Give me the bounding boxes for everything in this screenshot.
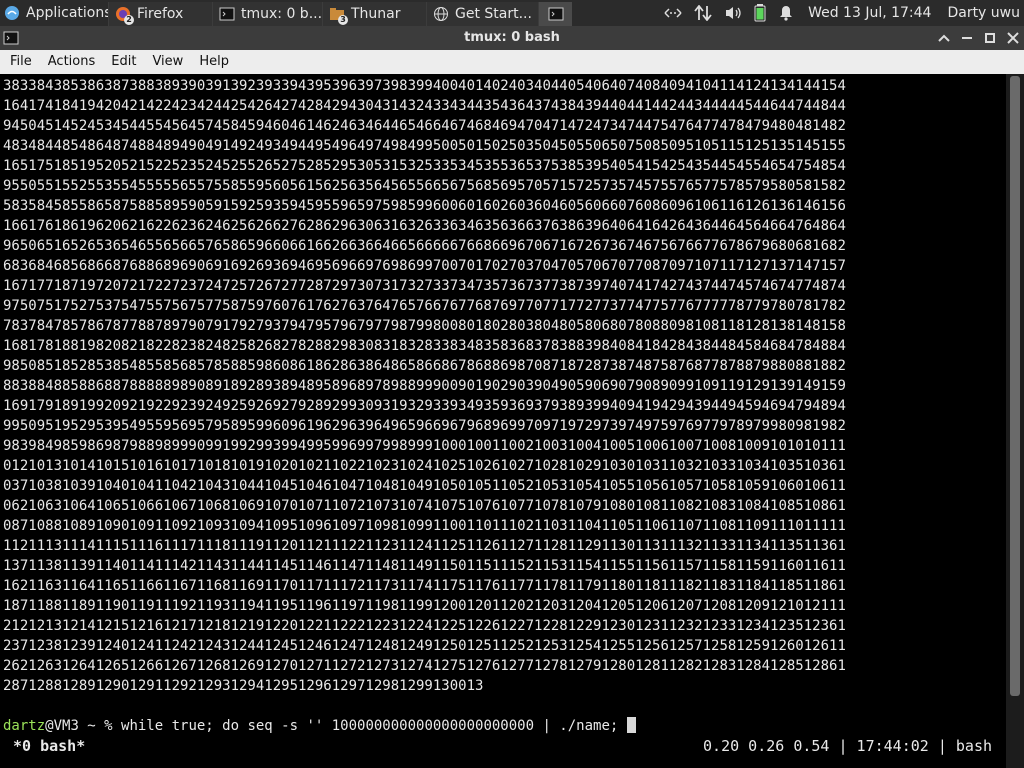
terminal-icon (548, 6, 564, 22)
taskbar-item-label: Firefox (137, 5, 184, 22)
terminal-output-line: 9450451452453454455456457458459460461462… (3, 118, 846, 134)
menu-edit[interactable]: Edit (103, 51, 144, 73)
window-count-badge: 2 (124, 14, 134, 25)
system-tray: Wed 13 Jul, 17:44 Darty uwu (658, 0, 1024, 26)
taskbar-item-tmux[interactable]: tmux: 0 b... (212, 1, 322, 26)
terminal-output-line: 9650651652653654655656657658659660661662… (3, 238, 846, 254)
terminal-output-line: 7837847857867877887897907917927937947957… (3, 318, 846, 334)
applications-label: Applications (26, 5, 108, 21)
terminal-output-line: 1641741841942042142242342442542642742842… (3, 98, 846, 114)
globe-icon (433, 6, 449, 22)
minimize-button[interactable] (957, 28, 977, 48)
terminal-output-line: 2121213121412151216121712181219122012211… (3, 618, 846, 634)
terminal-icon (219, 6, 235, 22)
top-panel: Applications ☰ 2 Firefox tmux: 0 b... 3 … (0, 0, 1024, 26)
window-titlebar[interactable]: tmux: 0 bash (0, 26, 1024, 50)
terminal-output-line: 0371038103910401041104210431044104510461… (3, 478, 846, 494)
terminal-output-line: 9839849859869879889899909919929939949959… (3, 438, 846, 454)
terminal-output-line: 3833843853863873883893903913923933943953… (3, 78, 846, 94)
terminal-output-line: 8838848858868878888898908918928938948958… (3, 378, 846, 394)
volume-icon[interactable] (724, 5, 742, 21)
thunar-icon: 3 (329, 6, 348, 25)
terminal-output-line: 1661761861962062162262362462562662762862… (3, 218, 846, 234)
xfce-logo-icon (4, 5, 20, 21)
maximize-icon (985, 33, 995, 43)
menu-file[interactable]: File (2, 51, 40, 73)
network-arrows-icon[interactable] (664, 6, 682, 20)
taskbar-item-firefox[interactable]: 2 Firefox (108, 1, 212, 26)
prompt-user: dartz (3, 718, 46, 734)
terminal-output-line: 1121113111411151116111711181119112011211… (3, 538, 846, 554)
menubar: File Actions Edit View Help (0, 50, 1024, 74)
terminal-output-line: 1871188118911901191119211931194119511961… (3, 598, 846, 614)
firefox-icon: 2 (115, 6, 134, 25)
terminal-output-line: 1651751851952052152252352452552652752852… (3, 158, 846, 174)
scrollbar-thumb[interactable] (1010, 76, 1020, 696)
taskbar-item-label: Get Start... (455, 5, 532, 22)
terminal-output-line: 9850851852853854855856857858859860861862… (3, 358, 846, 374)
taskbar-item-thunar[interactable]: 3 Thunar (322, 1, 426, 26)
menu-help[interactable]: Help (191, 51, 237, 73)
battery-icon[interactable] (754, 4, 766, 22)
taskbar-item-label: tmux: 0 b... (241, 5, 322, 22)
chevron-up-icon (938, 34, 950, 42)
tmux-status-bar: *0 bash* 0.20 0.26 0.54 | 17:44:02 | bas… (0, 736, 1010, 756)
terminal-output-line: 0121013101410151016101710181019102010211… (3, 458, 846, 474)
terminal-output-line: 1681781881982082182282382482582682782882… (3, 338, 846, 354)
terminal-output-line: 1371138113911401141114211431144114511461… (3, 558, 846, 574)
terminal-output-line: 5835845855865875885895905915925935945955… (3, 198, 846, 214)
scrollbar[interactable] (1006, 74, 1024, 768)
maximize-button[interactable] (980, 28, 1000, 48)
terminal-output-line: 9550551552553554555556557558559560561562… (3, 178, 846, 194)
terminal-output-line: 0871088108910901091109210931094109510961… (3, 518, 846, 534)
terminal-output-line: 2621263126412651266126712681269127012711… (3, 658, 846, 674)
text-cursor (626, 717, 636, 733)
taskbar-item-terminal[interactable] (538, 1, 572, 26)
user-name[interactable]: Darty uwu (947, 5, 1020, 21)
prompt-host-path: @VM3 ~ % (45, 718, 122, 734)
terminal-output-line: 0621063106410651066106710681069107010711… (3, 498, 846, 514)
terminal-output-line: 4834844854864874884894904914924934944954… (3, 138, 846, 154)
taskbar-item-label: Thunar (351, 5, 401, 22)
menu-view[interactable]: View (144, 51, 191, 73)
terminal-output-line: 1691791891992092192292392492592692792892… (3, 398, 846, 414)
terminal-output-line: 1671771871972072172272372472572672772872… (3, 278, 846, 294)
terminal-output-line: 9950951952953954955956957958959960961962… (3, 418, 846, 434)
terminal-area[interactable]: 3833843853863873883893903913923933943953… (0, 74, 1024, 768)
terminal-output-line: 2371238123912401241124212431244124512461… (3, 638, 846, 654)
prompt-line[interactable]: dartz@VM3 ~ % while true; do seq -s '' 1… (3, 716, 636, 736)
terminal-output: 3833843853863873883893903913923933943953… (3, 76, 1003, 696)
close-button[interactable] (1003, 28, 1023, 48)
notification-bell-icon[interactable] (778, 5, 794, 21)
terminal-output-line: 1621163116411651166116711681169117011711… (3, 578, 846, 594)
tmux-window-name[interactable]: *0 bash* (13, 736, 85, 756)
taskbar-item-get-started[interactable]: Get Start... (426, 1, 538, 26)
window-title: tmux: 0 bash (464, 30, 560, 45)
tmux-status-right: 0.20 0.26 0.54 | 17:44:02 | bash (703, 737, 992, 755)
menu-actions[interactable]: Actions (40, 51, 104, 73)
command-text: while true; do seq -s '' 100000000000000… (121, 718, 619, 734)
terminal-output-line: 9750751752753754755756757758759760761762… (3, 298, 846, 314)
minimize-icon (962, 37, 972, 39)
close-icon (1007, 32, 1019, 44)
terminal-output-line: 2871288128912901291129212931294129512961… (3, 678, 484, 694)
clock[interactable]: Wed 13 Jul, 17:44 (808, 5, 931, 21)
network-transfer-icon[interactable] (694, 5, 712, 21)
window-count-badge: 3 (338, 14, 348, 25)
collapse-button[interactable] (934, 28, 954, 48)
terminal-output-line: 6836846856866876886896906916926936946956… (3, 258, 846, 274)
applications-menu-button[interactable]: Applications ☰ (0, 0, 108, 26)
